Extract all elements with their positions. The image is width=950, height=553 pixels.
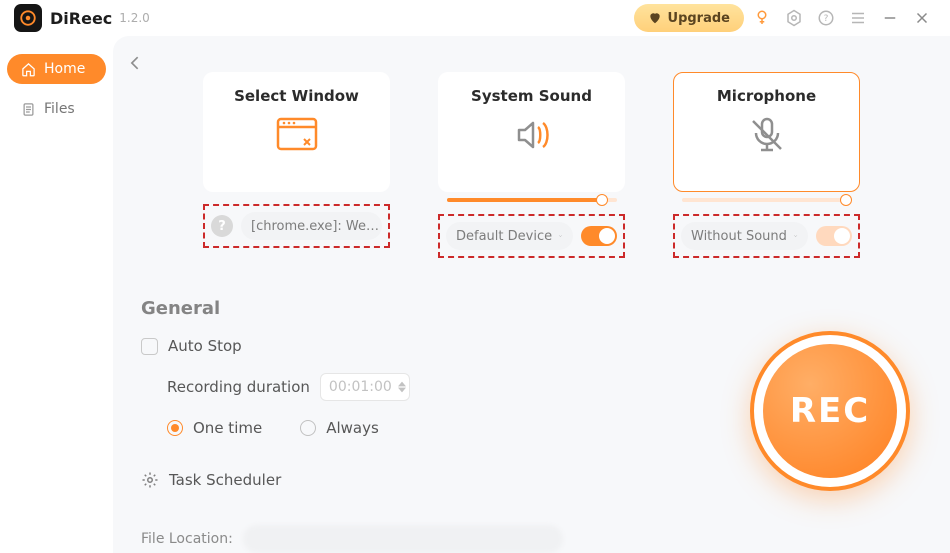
chevron-down-icon [558,230,563,242]
recording-duration-label: Recording duration [167,378,310,396]
record-label: REC [763,344,897,478]
one-time-label: One time [193,419,262,437]
female-icon[interactable] [748,4,776,32]
system-sound-toggle[interactable] [581,226,617,246]
mic-device-select[interactable]: Without Sound [681,222,808,250]
card-title: Select Window [234,87,359,105]
minimize-icon[interactable] [876,4,904,32]
one-time-radio[interactable] [167,420,183,436]
help-badge[interactable]: ? [211,215,233,237]
window-selector-value: [chrome.exe]: We… [251,219,379,234]
settings-icon[interactable] [780,4,808,32]
always-label: Always [326,419,379,437]
file-location-path[interactable] [243,525,563,553]
upgrade-label: Upgrade [668,11,730,26]
app-name: DiReec [50,9,112,28]
titlebar: DiReec 1.2.0 Upgrade ? [0,0,950,36]
task-scheduler-label: Task Scheduler [169,471,281,489]
sidebar-item-home[interactable]: Home [7,54,106,84]
window-icon [274,115,320,155]
app-logo [14,4,42,32]
svg-text:?: ? [824,14,829,24]
mic-device-value: Without Sound [691,229,787,244]
window-selector[interactable]: [chrome.exe]: We… [241,212,382,240]
mic-volume-slider[interactable] [682,198,852,202]
back-button[interactable] [123,50,149,76]
card-title: System Sound [471,87,592,105]
chevron-down-icon [793,230,798,242]
file-location-row: File Location: [141,525,922,553]
card-system-sound: System Sound Default Device [438,72,625,258]
stepper-icon[interactable] [398,381,406,393]
card-select-window: Select Window ? [chrome.exe]: We… [203,72,390,258]
app-version: 1.2.0 [119,11,150,25]
sidebar-item-files[interactable]: Files [7,94,106,124]
system-volume-slider[interactable] [447,198,617,202]
sidebar-item-label: Files [44,101,75,117]
help-icon[interactable]: ? [812,4,840,32]
system-device-value: Default Device [456,229,552,244]
recording-duration-input[interactable]: 00:01:00 [320,373,410,401]
mic-device-row: Without Sound [673,214,860,258]
card-box-microphone[interactable]: Microphone [673,72,860,192]
file-location-label: File Location: [141,531,233,547]
menu-icon[interactable] [844,4,872,32]
auto-stop-label: Auto Stop [168,337,242,355]
gear-icon [141,471,159,489]
system-device-row: Default Device [438,214,625,258]
record-button[interactable]: REC [750,331,910,491]
card-title: Microphone [717,87,816,105]
mic-muted-icon [744,115,790,155]
files-icon [21,102,36,117]
card-box-window[interactable]: Select Window [203,72,390,192]
home-icon [21,62,36,77]
sidebar: Home Files [0,36,113,553]
main-panel: Select Window ? [chrome.exe]: We… [113,36,950,553]
auto-stop-checkbox[interactable] [141,338,158,355]
sidebar-item-label: Home [44,61,85,77]
upgrade-button[interactable]: Upgrade [634,4,744,32]
always-radio[interactable] [300,420,316,436]
recording-duration-value: 00:01:00 [329,379,392,395]
heart-icon [648,11,662,25]
window-selector-row: ? [chrome.exe]: We… [203,204,390,248]
card-box-system[interactable]: System Sound [438,72,625,192]
system-device-select[interactable]: Default Device [446,222,573,250]
close-icon[interactable] [908,4,936,32]
speaker-icon [509,115,555,155]
general-heading: General [141,298,922,319]
mic-toggle[interactable] [816,226,852,246]
card-microphone: Microphone Without Sound [673,72,860,258]
